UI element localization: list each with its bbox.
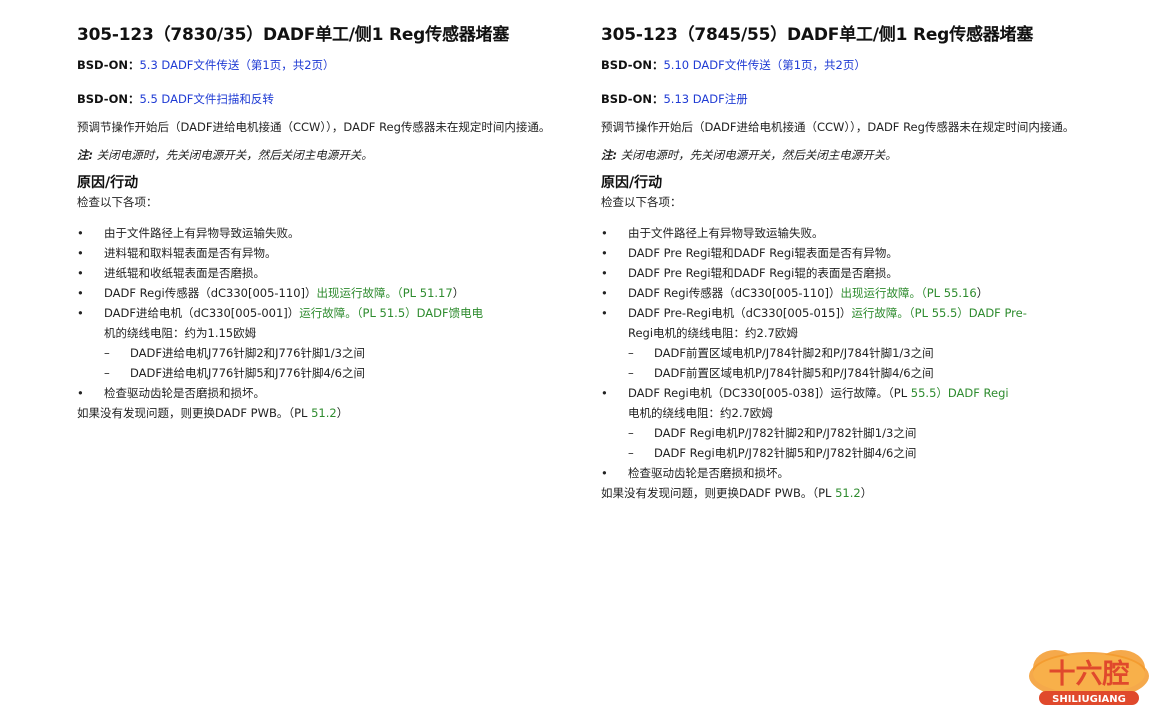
note-text: 关闭电源时，先关闭电源开关，然后关闭主电源开关。 xyxy=(93,148,373,162)
sub-list-item: – DADF Regi电机P/J782针脚5和P/J782针脚4/6之间 xyxy=(601,443,1141,463)
sub-list-item: – DADF Regi电机P/J782针脚2和P/J782针脚1/3之间 xyxy=(601,423,1141,443)
bullet-icon: • xyxy=(601,386,608,400)
sub-list-item: – DADF进给电机J776针脚2和J776针脚1/3之间 xyxy=(77,343,617,363)
pl-link[interactable]: 55.5）DADF Regi xyxy=(911,386,1009,400)
list-item: • 进料辊和取料辊表面是否有异物。 xyxy=(77,243,617,263)
watermark-logo: 十六腔 SHILIUGIANG xyxy=(1029,650,1149,705)
logo-chinese-text: 十六腔 xyxy=(1049,659,1130,690)
bullet-icon: • xyxy=(601,226,608,240)
list-item: • DADF进给电机（dC330[005-001]）运行故障。（PL 51.5）D… xyxy=(77,303,617,323)
note-label: 注: xyxy=(601,148,618,162)
bsd-label: BSD-ON： xyxy=(601,58,664,72)
pl-link[interactable]: 51.5）DADF馈电电 xyxy=(380,306,484,320)
list-item: • 由于文件路径上有异物导致运输失败。 xyxy=(601,223,1141,243)
bsd-line-2: BSD-ON：5.5 DADF文件扫描和反转 xyxy=(77,89,617,109)
list-item: • DADF Regi传感器（dC330[005-110]）出现运行故障。（PL … xyxy=(77,283,617,303)
pl-link[interactable]: 55.5）DADF Pre- xyxy=(932,306,1027,320)
list-item-continuation: Regi电机的绕线电阻：约2.7欧姆 xyxy=(628,326,798,340)
bsd-link-5-13[interactable]: 5.13 DADF注册 xyxy=(663,92,747,106)
bsd-label: BSD-ON： xyxy=(601,92,664,106)
dash-icon: – xyxy=(628,346,634,360)
pl-link[interactable]: 55.16 xyxy=(944,286,977,300)
intro-text: 检查以下各项： xyxy=(77,195,158,209)
bullet-icon: • xyxy=(77,286,84,300)
list-item: • 检查驱动齿轮是否磨损和损坏。 xyxy=(77,383,617,403)
list-item: • DADF Pre Regi辊和DADF Regi辊的表面是否磨损。 xyxy=(601,263,1141,283)
list-item-continuation: 机的绕线电阻：约为1.15欧姆 xyxy=(104,326,257,340)
bsd-label: BSD-ON： xyxy=(77,58,140,72)
bullet-icon: • xyxy=(77,306,84,320)
bsd-line-2: BSD-ON：5.13 DADF注册 xyxy=(601,89,1141,109)
note: 注: 关闭电源时，先关闭电源开关，然后关闭主电源开关。 xyxy=(77,145,617,165)
bullet-icon: • xyxy=(77,386,84,400)
bullet-icon: • xyxy=(77,246,84,260)
list-item: • DADF Pre Regi辊和DADF Regi辊表面是否有异物。 xyxy=(601,243,1141,263)
intro-text: 检查以下各项： xyxy=(601,195,682,209)
bsd-line-1: BSD-ON：5.3 DADF文件传送（第1页，共2页） xyxy=(77,55,617,75)
pl-link[interactable]: 51.2 xyxy=(835,486,861,500)
note: 注: 关闭电源时，先关闭电源开关，然后关闭主电源开关。 xyxy=(601,145,1141,165)
right-column: 305-123（7845/55）DADF单工/侧1 Reg传感器堵塞 BSD-O… xyxy=(601,20,1141,503)
bullet-icon: • xyxy=(77,266,84,280)
list-item: • DADF Regi传感器（dC330[005-110]）出现运行故障。（PL … xyxy=(601,283,1141,303)
list-item: • 检查驱动齿轮是否磨损和损坏。 xyxy=(601,463,1141,483)
bsd-link-5-5[interactable]: 5.5 DADF文件扫描和反转 xyxy=(139,92,273,106)
note-label: 注: xyxy=(77,148,94,162)
bullet-icon: • xyxy=(601,466,608,480)
note-text: 关闭电源时，先关闭电源开关，然后关闭主电源开关。 xyxy=(617,148,897,162)
bsd-link-5-10[interactable]: 5.10 DADF文件传送（第1页，共2页） xyxy=(663,58,865,72)
bsd-label: BSD-ON： xyxy=(77,92,140,106)
logo-english-text: SHILIUGIANG xyxy=(1052,694,1126,705)
dash-icon: – xyxy=(104,366,110,380)
section-heading: 原因/行动 xyxy=(601,175,663,191)
list-item: • 由于文件路径上有异物导致运输失败。 xyxy=(77,223,617,243)
left-column: 305-123（7830/35）DADF单工/侧1 Reg传感器堵塞 BSD-O… xyxy=(77,20,617,423)
list-item: • 进纸辊和收纸辊表面是否磨损。 xyxy=(77,263,617,283)
dash-icon: – xyxy=(628,366,634,380)
check-list: • 由于文件路径上有异物导致运输失败。 • DADF Pre Regi辊和DADF … xyxy=(601,223,1141,483)
bullet-icon: • xyxy=(601,266,608,280)
list-item: • DADF Pre-Regi电机（dC330[005-015]）运行故障。（PL… xyxy=(601,303,1141,323)
description: 预调节操作开始后（DADF进给电机接通（CCW）），DADF Reg传感器未在规… xyxy=(77,120,551,134)
bullet-icon: • xyxy=(601,286,608,300)
dash-icon: – xyxy=(628,426,634,440)
section-heading: 原因/行动 xyxy=(77,175,139,191)
bullet-icon: • xyxy=(601,246,608,260)
page-title: 305-123（7830/35）DADF单工/侧1 Reg传感器堵塞 xyxy=(77,25,510,45)
final-instruction: 如果没有发现问题，则更换DADF PWB。（PL 51.2） xyxy=(601,486,873,500)
list-item: • DADF Regi电机（DC330[005-038]）运行故障。（PL 55.… xyxy=(601,383,1141,403)
final-instruction: 如果没有发现问题，则更换DADF PWB。（PL 51.2） xyxy=(77,406,349,420)
list-item-continuation: 电机的绕线电阻：约2.7欧姆 xyxy=(628,406,773,420)
description: 预调节操作开始后（DADF进给电机接通（CCW）），DADF Reg传感器未在规… xyxy=(601,120,1075,134)
check-list: • 由于文件路径上有异物导致运输失败。 • 进料辊和取料辊表面是否有异物。 • 进纸辊… xyxy=(77,223,617,403)
pl-link[interactable]: 51.17 xyxy=(420,286,453,300)
dash-icon: – xyxy=(104,346,110,360)
page-title: 305-123（7845/55）DADF单工/侧1 Reg传感器堵塞 xyxy=(601,25,1034,45)
dash-icon: – xyxy=(628,446,634,460)
bsd-link-5-3[interactable]: 5.3 DADF文件传送（第1页，共2页） xyxy=(139,58,334,72)
pl-link[interactable]: 51.2 xyxy=(311,406,337,420)
sub-list-item: – DADF前置区域电机P/J784针脚5和P/J784针脚4/6之间 xyxy=(601,363,1141,383)
bsd-line-1: BSD-ON：5.10 DADF文件传送（第1页，共2页） xyxy=(601,55,1141,75)
bullet-icon: • xyxy=(77,226,84,240)
sub-list-item: – DADF进给电机J776针脚5和J776针脚4/6之间 xyxy=(77,363,617,383)
bullet-icon: • xyxy=(601,306,608,320)
sub-list-item: – DADF前置区域电机P/J784针脚2和P/J784针脚1/3之间 xyxy=(601,343,1141,363)
